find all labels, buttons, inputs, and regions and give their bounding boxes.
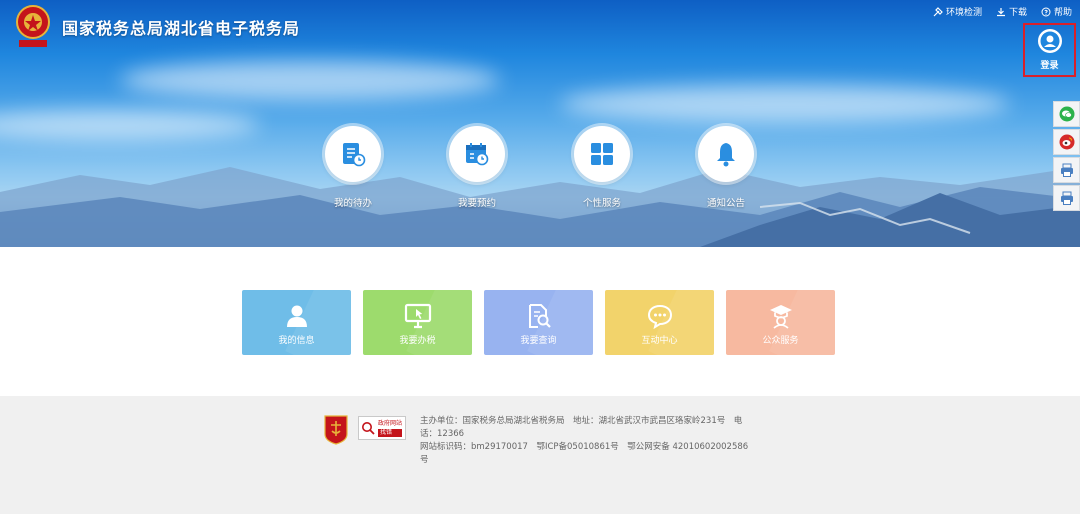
monitor-cursor-icon (404, 302, 432, 330)
grid-icon (574, 126, 630, 182)
tools-icon (933, 6, 943, 16)
footer: 政府网站 找错 主办单位：国家税务总局湖北省税务局 地址：湖北省武汉市武昌区珞家… (0, 396, 1080, 514)
help-link[interactable]: 帮助 (1041, 5, 1072, 18)
weibo-icon (1059, 134, 1074, 150)
quick-links: 我的待办 我要预约 个性服务 通知公告 (0, 126, 1080, 216)
card-my-info[interactable]: 我的信息 (242, 290, 351, 355)
card-tax-handling[interactable]: 我要办税 (363, 290, 472, 355)
tax-emblem-logo (16, 5, 50, 47)
site-title: 国家税务总局湖北省电子税务局 (62, 19, 301, 38)
card-label: 我的信息 (278, 336, 315, 346)
document-search-icon (525, 302, 553, 330)
quick-link-label: 我要预约 (457, 198, 496, 209)
chat-bubble-icon (646, 302, 674, 330)
download-link[interactable]: 下载 (996, 5, 1027, 18)
quick-link-label: 通知公告 (706, 198, 745, 209)
printer-icon (1060, 163, 1073, 177)
card-label: 公众服务 (762, 336, 799, 346)
user-icon (283, 302, 311, 330)
quick-link-notice[interactable]: 通知公告 (686, 126, 766, 209)
quick-link-label: 我的待办 (333, 198, 372, 209)
login-button[interactable]: 登录 (1023, 23, 1076, 77)
card-public-service[interactable]: 公众服务 (726, 290, 835, 355)
card-label: 互动中心 (641, 336, 678, 346)
card-label: 我要办税 (399, 336, 436, 346)
user-avatar-icon (1037, 29, 1062, 53)
wechat-icon (1059, 106, 1074, 122)
print-button[interactable] (1053, 157, 1080, 183)
help-label: 帮助 (1053, 8, 1072, 18)
calendar-clock-icon (449, 126, 505, 182)
quick-link-todo[interactable]: 我的待办 (313, 126, 393, 209)
badge-top-text: 政府网站 (378, 419, 403, 427)
quick-link-label: 个性服务 (582, 198, 621, 209)
card-query[interactable]: 我要查询 (484, 290, 593, 355)
login-label: 登录 (1040, 61, 1059, 71)
quick-link-appointment[interactable]: 我要预约 (437, 126, 517, 209)
download-icon (996, 7, 1005, 16)
weibo-button[interactable] (1053, 129, 1080, 155)
printer-icon (1060, 191, 1073, 205)
footer-line-registration: 网站标识码：bm29170017 鄂ICP备05010861号 鄂公网安备 42… (420, 442, 749, 465)
env-check-label: 环境检测 (945, 8, 982, 18)
footer-info: 主办单位：国家税务总局湖北省税务局 地址：湖北省武汉市武昌区珞家岭231号 电话… (420, 415, 750, 467)
magnifier-icon (362, 422, 375, 435)
todo-list-icon (325, 126, 381, 182)
party-emblem-icon (324, 415, 348, 445)
gov-site-error-report-badge[interactable]: 政府网站 找错 (358, 416, 406, 440)
top-links: 环境检测 下载 帮助 (933, 5, 1072, 18)
graduate-icon (767, 302, 795, 330)
wechat-button[interactable] (1053, 101, 1080, 127)
service-cards: 我的信息 我要办税 我要查询 互动中心 公众服务 (242, 290, 835, 355)
badge-bottom-text: 找错 (378, 428, 403, 437)
help-icon (1041, 7, 1051, 16)
footer-line-sponsor: 主办单位：国家税务总局湖北省税务局 地址：湖北省武汉市武昌区珞家岭231号 电话… (420, 416, 743, 439)
hero-banner: 国家税务总局湖北省电子税务局 环境检测 下载 帮助 登录 我的待办 我要预约 个… (0, 0, 1080, 247)
card-interaction[interactable]: 互动中心 (605, 290, 714, 355)
cloud (120, 60, 500, 100)
env-check-link[interactable]: 环境检测 (933, 5, 982, 18)
card-label: 我要查询 (520, 336, 557, 346)
quick-link-personal-service[interactable]: 个性服务 (562, 126, 642, 209)
bell-icon (698, 126, 754, 182)
download-label: 下载 (1008, 8, 1027, 18)
print-button[interactable] (1053, 185, 1080, 211)
side-toolbar (1053, 101, 1080, 211)
